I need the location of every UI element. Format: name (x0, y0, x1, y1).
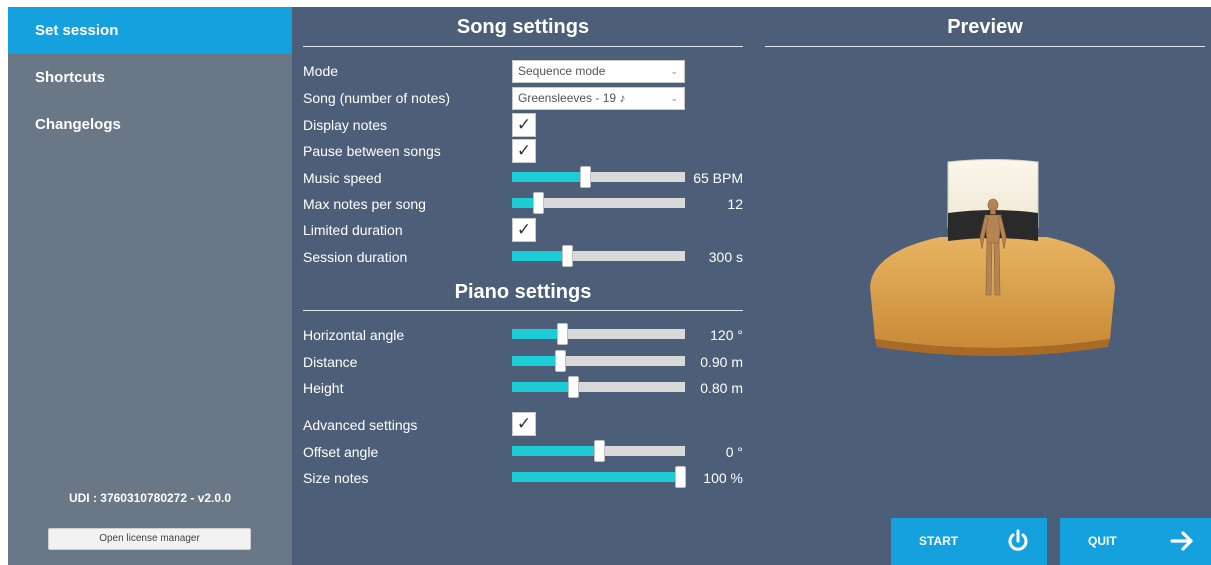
pause-between-songs-label: Pause between songs (303, 143, 441, 159)
quit-button-label: QUIT (1088, 534, 1117, 548)
slider-fill (512, 472, 680, 482)
offset-angle-value: 0 ° (725, 444, 743, 460)
sidebar-item-set-session[interactable]: Set session (8, 7, 292, 54)
size-notes-value: 100 % (703, 470, 743, 486)
limited-duration-checkbox[interactable]: ✓ (512, 218, 536, 242)
slider-thumb[interactable] (555, 350, 567, 372)
open-license-manager-button[interactable]: Open license manager (48, 528, 251, 550)
size-notes-slider[interactable] (512, 466, 686, 488)
check-icon: ✓ (516, 220, 532, 239)
max-notes-label: Max notes per song (303, 196, 426, 212)
check-icon: ✓ (516, 414, 532, 433)
slider-thumb[interactable] (593, 440, 605, 462)
mode-select[interactable]: Sequence mode ⌄ (512, 60, 685, 83)
piano-settings-title: Piano settings (454, 281, 592, 303)
offset-angle-label: Offset angle (303, 444, 379, 460)
sidebar-item-changelogs[interactable]: Changelogs (8, 101, 292, 148)
song-label: Song (number of notes) (303, 90, 451, 106)
slider-thumb[interactable] (557, 323, 569, 345)
sidebar-item-shortcuts[interactable]: Shortcuts (8, 54, 292, 101)
udi-version-text: UDI : 3760310780272 - v2.0.0 (68, 491, 232, 505)
power-icon (1008, 529, 1028, 551)
display-notes-label: Display notes (303, 117, 388, 133)
horizontal-angle-slider[interactable] (512, 323, 685, 345)
horizontal-angle-label: Horizontal angle (303, 327, 405, 343)
music-speed-label: Music speed (303, 170, 382, 186)
slider-fill (512, 172, 585, 182)
slider-fill (512, 446, 599, 456)
offset-angle-slider[interactable] (512, 440, 685, 462)
sidebar: Set session Shortcuts Changelogs UDI : 3… (8, 7, 292, 565)
slider-fill (512, 251, 568, 261)
song-select-value: Greensleeves - 19 ♪ (518, 91, 626, 105)
horizontal-angle-value: 120 ° (710, 327, 743, 343)
pause-between-songs-checkbox[interactable]: ✓ (512, 139, 536, 163)
start-button[interactable]: START (891, 518, 1047, 565)
distance-slider[interactable] (512, 350, 685, 372)
slider-thumb[interactable] (567, 376, 579, 398)
session-duration-slider[interactable] (512, 245, 685, 267)
preview-scene (870, 159, 1115, 356)
mode-label: Mode (303, 63, 339, 79)
slider-fill (512, 356, 561, 366)
music-speed-slider[interactable] (512, 166, 685, 188)
piano-settings-divider (303, 310, 743, 311)
distance-value: 0.90 m (700, 354, 743, 370)
advanced-settings-label: Advanced settings (303, 417, 418, 433)
max-notes-value: 12 (727, 196, 743, 212)
arrow-right-icon (1170, 531, 1193, 551)
music-speed-value: 65 BPM (693, 170, 743, 186)
check-icon: ✓ (516, 115, 532, 134)
quit-button[interactable]: QUIT (1060, 518, 1211, 565)
chevron-down-icon: ⌄ (670, 66, 678, 76)
height-value: 0.80 m (700, 380, 743, 396)
check-icon: ✓ (516, 141, 532, 160)
slider-thumb[interactable] (579, 166, 591, 188)
max-notes-slider[interactable] (512, 192, 685, 214)
song-select[interactable]: Greensleeves - 19 ♪ ⌄ (512, 87, 685, 110)
limited-duration-label: Limited duration (303, 222, 403, 238)
display-notes-checkbox[interactable]: ✓ (512, 113, 536, 137)
distance-label: Distance (303, 354, 358, 370)
height-slider[interactable] (512, 376, 685, 398)
song-settings-title: Song settings (456, 16, 590, 38)
slider-fill (512, 382, 573, 392)
song-settings-divider (303, 46, 743, 47)
height-label: Height (303, 380, 344, 396)
session-duration-value: 300 s (708, 249, 743, 265)
slider-fill (512, 329, 563, 339)
wooden-floor (870, 237, 1115, 348)
start-button-label: START (919, 534, 959, 548)
slider-thumb[interactable] (532, 192, 544, 214)
preview-title: Preview (947, 16, 1023, 38)
preview-divider (765, 46, 1205, 47)
mode-select-value: Sequence mode (518, 64, 606, 78)
app-window: Set session Shortcuts Changelogs UDI : 3… (8, 7, 1211, 565)
size-notes-label: Size notes (303, 470, 369, 486)
chevron-down-icon: ⌄ (670, 93, 678, 103)
slider-thumb[interactable] (562, 245, 574, 267)
session-duration-label: Session duration (303, 249, 408, 265)
slider-thumb[interactable] (674, 466, 686, 488)
advanced-settings-checkbox[interactable]: ✓ (512, 412, 536, 436)
